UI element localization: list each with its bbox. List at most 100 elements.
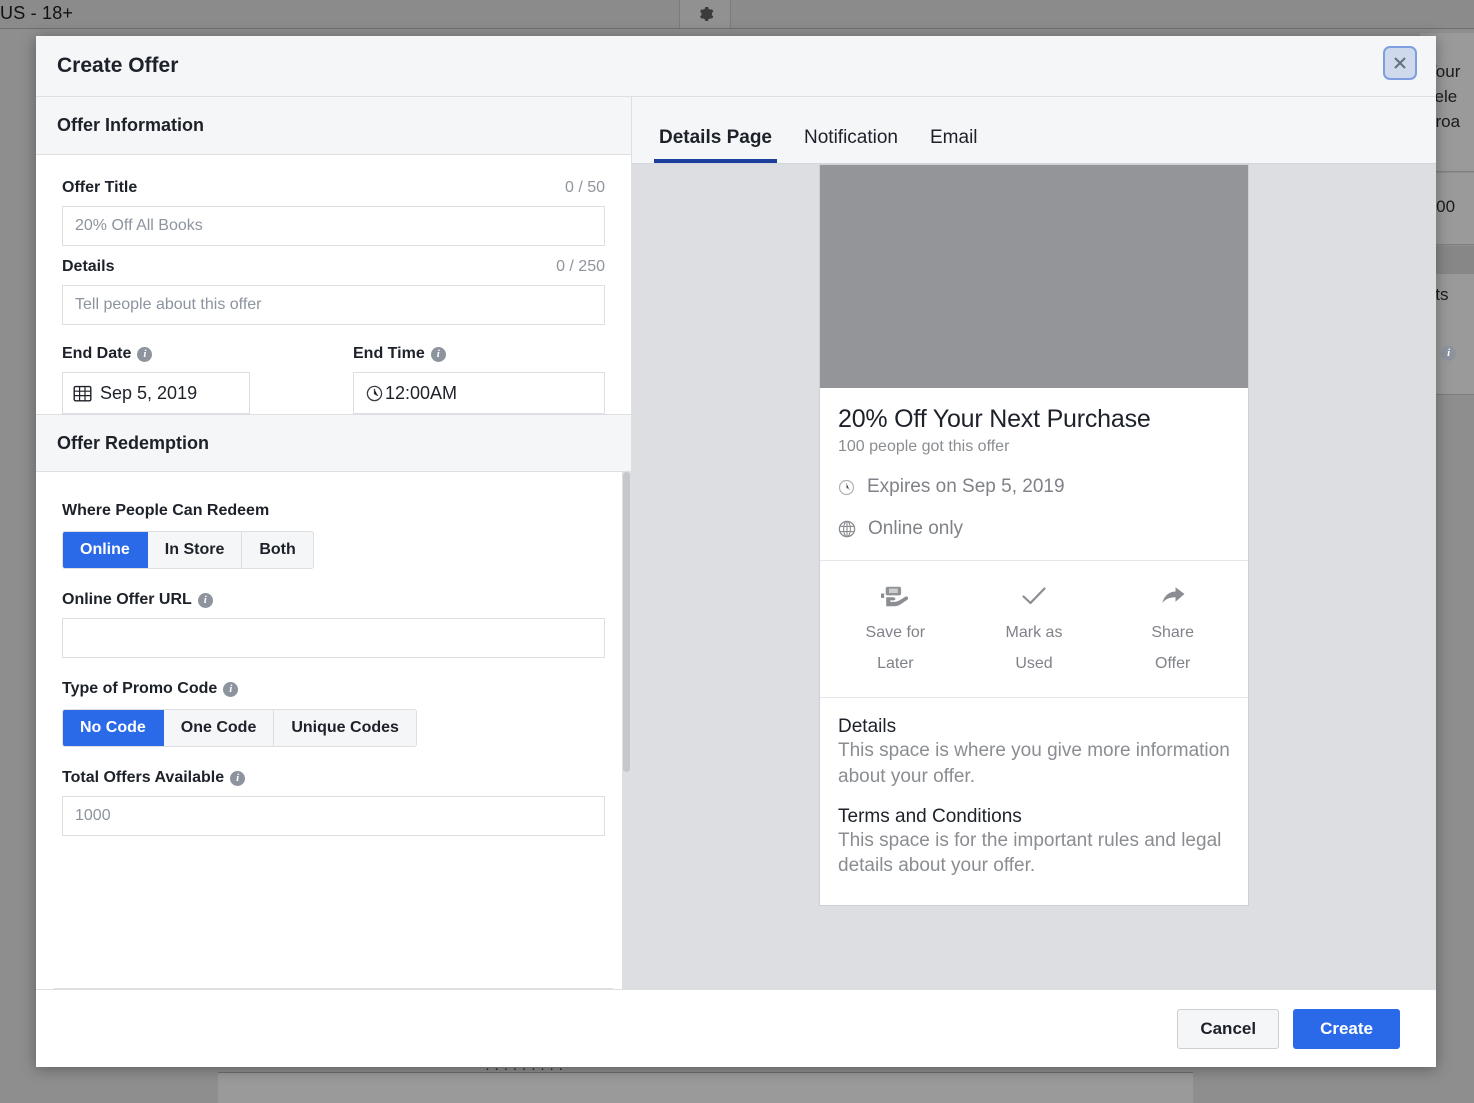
total-offers-input[interactable] [62,796,605,836]
offer-location-row: Online only [838,518,1230,540]
offer-card-title: 20% Off Your Next Purchase [838,405,1230,434]
info-icon[interactable]: i [223,682,238,697]
background-bottom-hairline [218,1072,1193,1073]
promo-code-type-segmented-control: No Code One Code Unique Codes [62,709,417,747]
offer-card-details: Details This space is where you give mor… [820,698,1248,905]
promo-code-type-label-text: Type of Promo Code [62,680,217,698]
end-time-input[interactable]: 12:00AM [353,372,605,414]
tab-details-page[interactable]: Details Page [643,127,788,163]
cancel-button[interactable]: Cancel [1177,1009,1279,1049]
offer-preview-card: 20% Off Your Next Purchase 100 people go… [820,165,1248,905]
promo-code-option-unique-codes[interactable]: Unique Codes [274,710,416,746]
total-offers-group: Total Offers Available i [62,769,605,836]
offer-redemption-section: Where People Can Redeem Online In Store … [36,472,631,989]
terms-block: Terms and Conditions This space is for t… [838,806,1230,879]
offer-expiry-text: Expires on Sep 5, 2019 [867,476,1065,498]
end-date-label-text: End Date [62,345,131,363]
offer-location-text: Online only [868,518,963,540]
offer-title-input[interactable] [62,206,605,246]
offer-title-label-row: Offer Title 0 / 50 [62,179,605,197]
form-scrollbar[interactable] [622,472,631,989]
dialog-footer: Cancel Create [36,989,1436,1067]
details-block: Details This space is where you give mor… [838,716,1230,789]
details-label-row: Details 0 / 250 [62,258,605,276]
mark-as-used-label: Mark as Used [965,617,1104,679]
where-redeem-label: Where People Can Redeem [62,502,605,520]
save-hand-icon [826,583,965,609]
globe-icon [838,520,856,538]
online-offer-url-input[interactable] [62,618,605,658]
online-offer-url-label-text: Online Offer URL [62,591,192,609]
end-date-value: Sep 5, 2019 [100,383,197,404]
offer-image-placeholder [820,165,1248,388]
details-input[interactable] [62,285,605,325]
close-icon[interactable] [1385,48,1415,78]
promo-code-option-no-code[interactable]: No Code [63,710,164,746]
save-for-later-label: Save for Later [826,617,965,679]
where-redeem-option-online[interactable]: Online [63,532,148,568]
tab-email[interactable]: Email [914,127,994,163]
info-icon[interactable]: i [230,771,245,786]
promo-code-option-one-code[interactable]: One Code [164,710,275,746]
offer-preview-column: Details Page Notification Email 20% Off … [632,97,1436,989]
preview-canvas: 20% Off Your Next Purchase 100 people go… [632,164,1436,989]
total-offers-label-text: Total Offers Available [62,769,224,787]
end-datetime-row: End Date i Sep 5, 2019 [62,345,605,414]
dialog-header: Create Offer [36,36,1436,97]
dialog-body: Offer Information Offer Title 0 / 50 Det… [36,97,1436,989]
background-bottom-strip [218,1072,1193,1103]
end-time-label-text: End Time [353,345,425,363]
calendar-icon [73,384,92,403]
offer-form-column: Offer Information Offer Title 0 / 50 Det… [36,97,632,989]
details-counter: 0 / 250 [556,258,605,276]
dialog-title: Create Offer [36,54,178,78]
total-offers-label: Total Offers Available i [62,769,605,787]
offer-title-label: Offer Title [62,179,137,197]
offer-expiry-row: Expires on Sep 5, 2019 [838,476,1230,498]
promo-code-type-label: Type of Promo Code i [62,680,605,698]
offer-card-actions: Save for Later Mark as [820,561,1248,698]
offer-card-header: 20% Off Your Next Purchase 100 people go… [820,388,1248,561]
form-scrollbar-thumb[interactable] [623,472,630,772]
where-redeem-option-in-store[interactable]: In Store [148,532,243,568]
mark-as-used-action[interactable]: Mark as Used [965,583,1104,679]
offer-card-subtitle: 100 people got this offer [838,438,1230,456]
share-offer-action[interactable]: Share Offer [1103,583,1242,679]
online-offer-url-group: Online Offer URL i [62,591,605,658]
details-body: This space is where you give more inform… [838,738,1230,789]
where-redeem-option-both[interactable]: Both [242,532,312,568]
details-label: Details [62,258,114,276]
end-time-value: 12:00AM [385,383,457,404]
end-date-input[interactable]: Sep 5, 2019 [62,372,250,414]
section-header-offer-information: Offer Information [36,97,631,155]
end-time-label: End Time i [353,345,605,363]
offer-title-counter: 0 / 50 [565,179,605,197]
clock-icon [838,479,855,496]
info-icon[interactable]: i [198,593,213,608]
end-date-group: End Date i Sep 5, 2019 [62,345,353,414]
preview-tabs: Details Page Notification Email [632,97,1436,164]
create-offer-dialog: Create Offer Offer Information Offer Tit… [36,36,1436,1067]
check-icon [965,583,1104,609]
tab-notification[interactable]: Notification [788,127,914,163]
terms-body: This space is for the important rules an… [838,828,1230,879]
share-offer-label: Share Offer [1103,617,1242,679]
promo-code-type-group: Type of Promo Code i No Code One Code Un… [62,680,605,747]
form-bottom-divider [54,988,613,989]
online-offer-url-label: Online Offer URL i [62,591,605,609]
end-time-group: End Time i 12:00AM [353,345,605,414]
info-icon[interactable]: i [1441,346,1456,361]
info-icon[interactable]: i [137,347,152,362]
info-icon[interactable]: i [431,347,446,362]
where-redeem-segmented-control: Online In Store Both [62,531,314,569]
offer-information-section: Offer Title 0 / 50 Details 0 / 250 End D… [36,155,631,414]
create-button[interactable]: Create [1293,1009,1400,1049]
save-for-later-action[interactable]: Save for Later [826,583,965,679]
section-header-offer-redemption: Offer Redemption [36,414,631,472]
background-topbar-label: US - 18+ [0,3,73,24]
share-arrow-icon [1103,583,1242,609]
gear-icon[interactable] [679,0,731,28]
end-date-label: End Date i [62,345,353,363]
details-heading: Details [838,716,1230,738]
clock-icon [366,385,383,402]
